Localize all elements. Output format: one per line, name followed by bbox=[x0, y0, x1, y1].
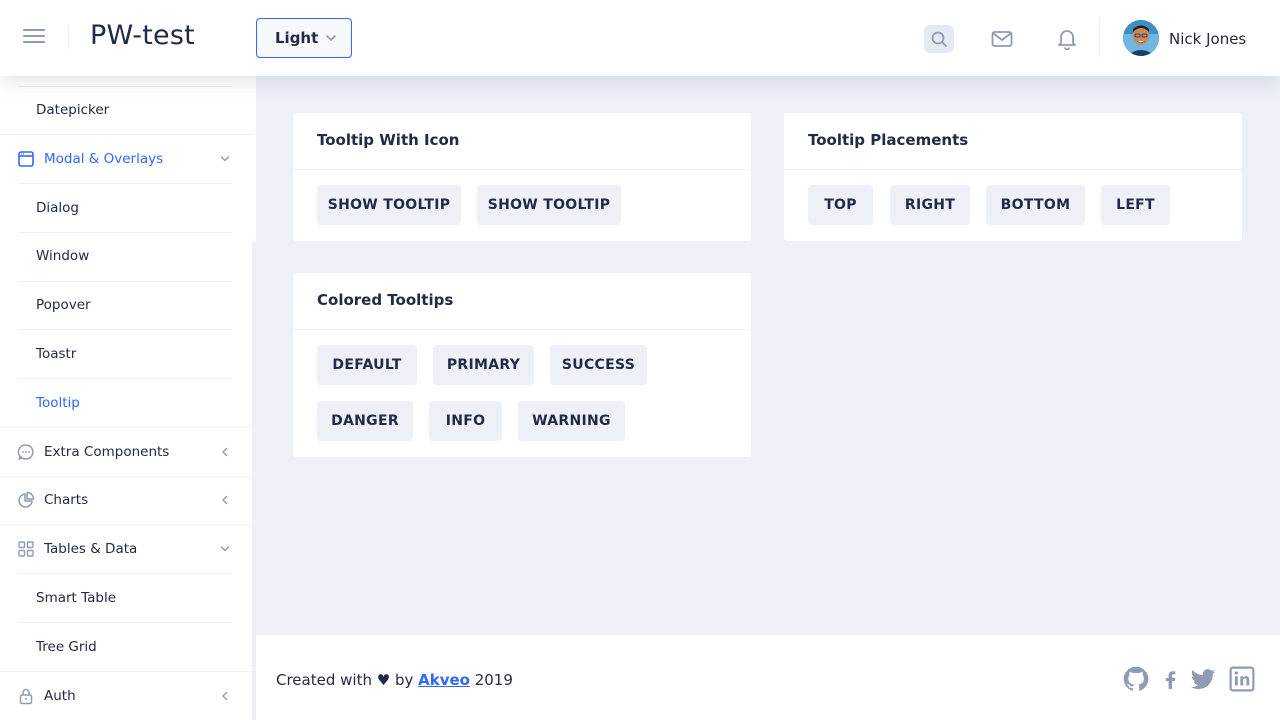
sidebar-item-label: Charts bbox=[44, 492, 89, 508]
sidebar-item-tooltip[interactable]: Tooltip bbox=[0, 379, 252, 427]
sidebar-item-label: Tree Grid bbox=[36, 639, 97, 655]
footer-credits: Created with ♥ by Akveo 2019 bbox=[276, 671, 513, 689]
right-placement-button[interactable]: RIGHT bbox=[890, 185, 970, 225]
left-placement-button[interactable]: LEFT bbox=[1101, 185, 1170, 225]
menu-toggle-icon[interactable] bbox=[23, 29, 45, 47]
primary-tooltip-button[interactable]: PRIMARY bbox=[433, 345, 534, 385]
sidebar-item-dialog[interactable]: Dialog bbox=[0, 184, 252, 232]
browser-icon bbox=[18, 151, 34, 167]
chevron-down-icon bbox=[220, 156, 230, 162]
card-tooltip-placements: Tooltip Placements TOP RIGHT BOTTOM LEFT bbox=[783, 112, 1243, 242]
card-tooltip-with-icon: Tooltip With Icon SHOW TOOLTIP SHOW TOOL… bbox=[292, 112, 752, 242]
bottom-placement-button[interactable]: BOTTOM bbox=[986, 185, 1085, 225]
sidebar-item-tree-grid[interactable]: Tree Grid bbox=[0, 623, 252, 671]
top-placement-button[interactable]: TOP bbox=[808, 185, 873, 225]
card-title: Tooltip With Icon bbox=[293, 113, 751, 170]
linkedin-link[interactable] bbox=[1228, 665, 1256, 693]
card-title: Colored Tooltips bbox=[293, 273, 751, 330]
sidebar-item-auth[interactable]: Auth bbox=[0, 672, 252, 720]
show-tooltip-button[interactable]: SHOW TOOLTIP bbox=[317, 185, 461, 225]
grid-icon bbox=[18, 541, 34, 557]
linkedin-icon bbox=[1229, 666, 1255, 692]
warning-tooltip-button[interactable]: WARNING bbox=[518, 401, 625, 441]
user-name[interactable]: Nick Jones bbox=[1169, 30, 1246, 48]
chevron-left-icon bbox=[222, 447, 228, 457]
akveo-link[interactable]: Akveo bbox=[418, 671, 470, 689]
github-link[interactable] bbox=[1122, 665, 1150, 693]
sidebar-item-tables-data[interactable]: Tables & Data bbox=[0, 525, 252, 573]
footer-year: 2019 bbox=[469, 671, 513, 689]
bell-icon bbox=[1058, 30, 1076, 50]
success-tooltip-button[interactable]: SUCCESS bbox=[550, 345, 647, 385]
chevron-left-icon bbox=[222, 691, 228, 701]
theme-select[interactable]: Light bbox=[256, 18, 352, 58]
twitter-icon bbox=[1190, 669, 1216, 690]
sidebar-scrollbar-thumb[interactable] bbox=[252, 76, 256, 242]
chevron-left-icon bbox=[222, 495, 228, 505]
sidebar-item-toastr[interactable]: Toastr bbox=[0, 330, 252, 378]
sidebar-item-label: Datepicker bbox=[36, 102, 110, 118]
sidebar-item-popover[interactable]: Popover bbox=[0, 281, 252, 329]
sidebar-item-smart-table[interactable]: Smart Table bbox=[0, 574, 252, 622]
sidebar-item-datepicker[interactable]: Datepicker bbox=[0, 86, 252, 134]
avatar[interactable] bbox=[1123, 20, 1159, 56]
danger-tooltip-button[interactable]: DANGER bbox=[317, 401, 413, 441]
sidebar-item-window[interactable]: Window bbox=[0, 232, 252, 280]
default-tooltip-button[interactable]: DEFAULT bbox=[317, 345, 417, 385]
sidebar-item-label: Tooltip bbox=[36, 395, 80, 411]
facebook-icon bbox=[1165, 671, 1176, 689]
facebook-link[interactable] bbox=[1156, 665, 1184, 693]
chevron-down-icon bbox=[326, 35, 336, 41]
sidebar-item-label: Popover bbox=[36, 297, 91, 313]
search-button[interactable] bbox=[924, 25, 954, 53]
footer-prefix: Created with ♥ by bbox=[276, 671, 419, 689]
sidebar-item-label: Tables & Data bbox=[44, 541, 138, 557]
header-divider bbox=[68, 26, 69, 50]
sidebar-item-modal-overlays[interactable]: Modal & Overlays bbox=[0, 135, 252, 183]
mail-button[interactable] bbox=[987, 25, 1017, 53]
card-title: Tooltip Placements bbox=[784, 113, 1242, 170]
card-colored-tooltips: Colored Tooltips DEFAULT PRIMARY SUCCESS… bbox=[292, 272, 752, 458]
theme-select-value: Light bbox=[275, 29, 319, 47]
sidebar-item-label: Modal & Overlays bbox=[44, 151, 164, 167]
sidebar: Datepicker Modal & Overlays Dialog Windo… bbox=[0, 76, 252, 720]
sidebar-item-label: Smart Table bbox=[36, 590, 117, 606]
sidebar-item-charts[interactable]: Charts bbox=[0, 476, 252, 524]
twitter-link[interactable] bbox=[1187, 665, 1219, 693]
info-tooltip-button[interactable]: INFO bbox=[429, 401, 502, 441]
user-photo-icon bbox=[1123, 20, 1159, 56]
app-title[interactable]: PW-test bbox=[90, 20, 195, 51]
lock-icon bbox=[19, 688, 33, 705]
github-icon bbox=[1123, 666, 1149, 691]
message-circle-icon bbox=[17, 444, 34, 460]
email-icon bbox=[991, 31, 1013, 47]
sidebar-item-label: Window bbox=[36, 248, 90, 264]
sidebar-item-label: Dialog bbox=[36, 200, 79, 216]
notifications-button[interactable] bbox=[1052, 25, 1082, 53]
header-separator bbox=[1099, 18, 1100, 58]
sidebar-item-label: Extra Components bbox=[44, 444, 170, 460]
search-icon bbox=[931, 31, 947, 47]
show-tooltip-button[interactable]: SHOW TOOLTIP bbox=[477, 185, 621, 225]
sidebar-item-extra-components[interactable]: Extra Components bbox=[0, 428, 252, 476]
header: PW-test Light Nick Jones bbox=[0, 0, 1280, 76]
chevron-down-icon bbox=[220, 546, 230, 552]
pie-chart-icon bbox=[18, 491, 35, 508]
footer: Created with ♥ by Akveo 2019 bbox=[256, 634, 1280, 720]
sidebar-item-label: Toastr bbox=[36, 346, 77, 362]
sidebar-item-label: Auth bbox=[44, 688, 76, 704]
